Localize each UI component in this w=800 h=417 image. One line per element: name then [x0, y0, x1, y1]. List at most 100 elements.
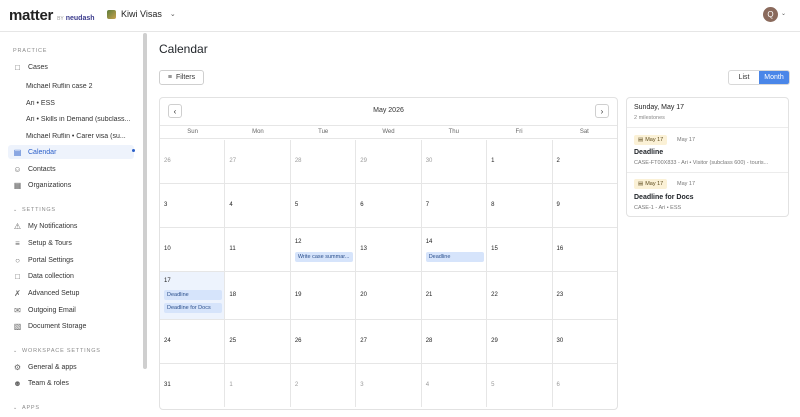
- calendar-day[interactable]: 5: [291, 184, 357, 227]
- panel-date: Sunday, May 17: [634, 104, 685, 111]
- section-practice: PRACTICE: [13, 48, 48, 54]
- sidebar-item-team-roles[interactable]: ☻ Team & roles: [8, 376, 134, 390]
- sidebar-case-item[interactable]: Ari • Skills in Demand (subclass...: [26, 116, 134, 123]
- calendar-day[interactable]: 6: [553, 364, 617, 407]
- day-number: 29: [491, 338, 498, 344]
- milestone-title[interactable]: Deadline: [634, 149, 663, 156]
- filters-button[interactable]: ≡ Filters: [159, 70, 204, 85]
- calendar-day[interactable]: 23: [553, 272, 617, 319]
- day-number: 25: [229, 338, 237, 344]
- chevron-down-icon: ⌄: [13, 348, 18, 354]
- calendar-day[interactable]: 2: [553, 140, 617, 183]
- calendar-event[interactable]: Deadline: [425, 252, 484, 262]
- next-month-button[interactable]: ›: [595, 104, 609, 118]
- calendar-day[interactable]: 6: [356, 184, 422, 227]
- sidebar-item-contacts[interactable]: ☺ Contacts: [8, 162, 134, 176]
- calendar-day[interactable]: 9: [553, 184, 617, 227]
- sidebar-item-label: Contacts: [28, 165, 56, 173]
- calendar-day-selected[interactable]: 17 Deadline Deadline for Docs: [160, 272, 226, 319]
- calendar-icon: ▤: [638, 181, 644, 187]
- calendar-day[interactable]: 27: [225, 140, 291, 183]
- sidebar-item-portal-settings[interactable]: ○ Portal Settings: [8, 253, 134, 267]
- calendar-day[interactable]: 31: [160, 364, 226, 407]
- sidebar-scrollbar[interactable]: [143, 33, 147, 369]
- day-number: 28: [294, 158, 302, 164]
- milestone-case[interactable]: CASE-FT00X833 - Ari • Visitor (subclass …: [634, 160, 784, 166]
- milestone-title[interactable]: Deadline for Docs: [634, 194, 694, 201]
- calendar-day[interactable]: 28: [422, 320, 488, 363]
- sidebar-item-outgoing-email[interactable]: ✉ Outgoing Email: [8, 303, 134, 317]
- day-number: 3: [164, 202, 168, 208]
- calendar-day[interactable]: 30: [422, 140, 488, 183]
- calendar-day[interactable]: 27: [356, 320, 422, 363]
- calendar-event[interactable]: Deadline: [164, 290, 222, 300]
- calendar-day[interactable]: 18: [225, 272, 291, 319]
- calendar-day[interactable]: 4: [422, 364, 488, 407]
- sidebar-item-label: My Notifications: [28, 222, 78, 230]
- section-settings-label: SETTINGS: [22, 207, 56, 213]
- day-number: 27: [360, 338, 367, 344]
- milestone-case[interactable]: CASE-1 - Ari • ESS: [634, 205, 784, 211]
- weekday-label: Thu: [448, 129, 459, 135]
- calendar-day[interactable]: 7: [422, 184, 488, 227]
- calendar-day[interactable]: 26: [160, 140, 226, 183]
- calendar-day[interactable]: 3: [160, 184, 226, 227]
- document-icon: □: [15, 271, 20, 281]
- sidebar-item-document-storage[interactable]: ▧ Document Storage: [8, 319, 134, 333]
- calendar-day[interactable]: 1: [225, 364, 291, 407]
- calendar-day[interactable]: 8: [487, 184, 553, 227]
- filters-label: Filters: [176, 74, 196, 81]
- calendar-day[interactable]: 4: [225, 184, 291, 227]
- day-number: 10: [164, 246, 171, 252]
- milestone-date: May 17: [677, 137, 696, 143]
- section-apps[interactable]: ⌄ APPS: [13, 405, 40, 411]
- sidebar-item-setup-tours[interactable]: ≡ Setup & Tours: [8, 236, 134, 250]
- calendar-event[interactable]: Write case summar...: [294, 252, 353, 262]
- view-list-button[interactable]: List: [729, 71, 759, 84]
- view-month-button[interactable]: Month: [759, 71, 789, 84]
- calendar-day[interactable]: 19: [291, 272, 357, 319]
- day-number: 2: [556, 158, 560, 164]
- brand-logo[interactable]: matter BY neudash: [9, 7, 95, 24]
- day-number: 30: [556, 338, 564, 344]
- sidebar-item-data-collection[interactable]: □ Data collection: [8, 269, 134, 283]
- calendar-day[interactable]: 12 Write case summar...: [291, 228, 357, 271]
- calendar-day[interactable]: 26: [291, 320, 357, 363]
- sidebar-case-item[interactable]: Ari • ESS: [26, 100, 134, 107]
- avatar[interactable]: Q: [763, 7, 778, 22]
- chevron-down-icon[interactable]: ⌄: [781, 10, 786, 17]
- calendar-day[interactable]: 3: [356, 364, 422, 407]
- calendar-day[interactable]: 30: [553, 320, 617, 363]
- calendar-day[interactable]: 15: [487, 228, 553, 271]
- calendar-day[interactable]: 10: [160, 228, 226, 271]
- calendar-day[interactable]: 1: [487, 140, 553, 183]
- calendar-day[interactable]: 25: [225, 320, 291, 363]
- calendar-day[interactable]: 14 Deadline: [422, 228, 488, 271]
- calendar-day[interactable]: 13: [356, 228, 422, 271]
- workspace-switcher[interactable]: Kiwi Visas ⌄: [107, 9, 176, 19]
- calendar-day[interactable]: 20: [356, 272, 422, 319]
- calendar-day[interactable]: 21: [422, 272, 488, 319]
- calendar-day[interactable]: 16: [553, 228, 617, 271]
- sidebar-item-cases[interactable]: □ Cases: [8, 60, 134, 74]
- sidebar-item-organizations[interactable]: ▦ Organizations: [8, 178, 134, 192]
- calendar-day[interactable]: 22: [487, 272, 553, 319]
- sidebar-item-advanced-setup[interactable]: ✗ Advanced Setup: [8, 286, 134, 300]
- calendar-day[interactable]: 2: [291, 364, 357, 407]
- section-settings[interactable]: ⌄ SETTINGS: [13, 207, 56, 213]
- calendar-event[interactable]: Deadline for Docs: [164, 303, 222, 313]
- sidebar-case-item[interactable]: Michael Ruflin • Carer visa (su...: [26, 133, 134, 140]
- calendar-day[interactable]: 11: [225, 228, 291, 271]
- calendar-day[interactable]: 29: [487, 320, 553, 363]
- date-badge: ▤ May 17: [634, 135, 668, 145]
- calendar-day[interactable]: 24: [160, 320, 226, 363]
- sidebar-item-calendar[interactable]: ▤ Calendar: [8, 145, 135, 159]
- calendar-day[interactable]: 5: [487, 364, 553, 407]
- sidebar-case-item[interactable]: Michael Ruflin case 2: [26, 83, 134, 90]
- section-workspace-settings[interactable]: ⌄ WORKSPACE SETTINGS: [13, 348, 101, 354]
- sidebar-item-label: Team & roles: [28, 379, 69, 387]
- calendar-day[interactable]: 28: [291, 140, 357, 183]
- sidebar-item-notifications[interactable]: ⚠ My Notifications: [8, 219, 134, 233]
- sidebar-item-general-apps[interactable]: ⚙ General & apps: [8, 360, 134, 374]
- calendar-day[interactable]: 29: [356, 140, 422, 183]
